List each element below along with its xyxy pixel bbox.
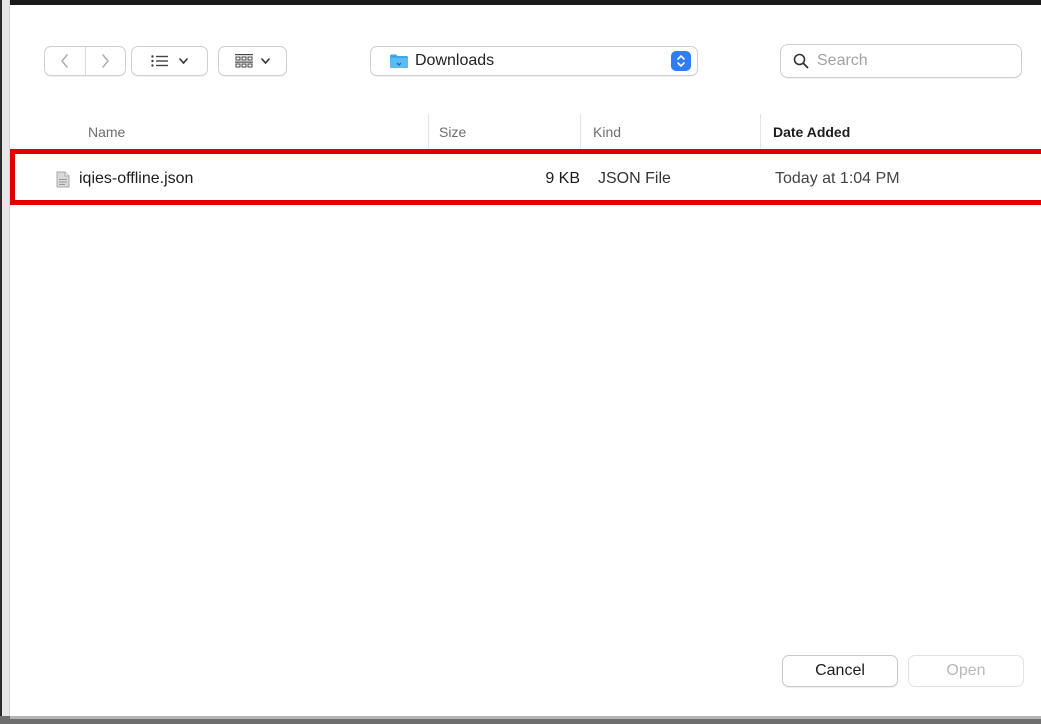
window-frame-bottom — [0, 716, 1041, 724]
location-popup[interactable]: Downloads — [370, 46, 698, 76]
window-frame-top — [0, 0, 1041, 5]
group-view-button[interactable] — [218, 46, 287, 76]
chevron-right-icon — [102, 54, 110, 68]
chevron-down-icon — [179, 58, 188, 64]
search-icon — [793, 53, 809, 69]
location-label: Downloads — [415, 52, 495, 69]
window-frame-left — [0, 0, 10, 724]
list-view-button[interactable] — [131, 46, 208, 76]
chevron-left-icon — [60, 54, 68, 68]
back-button[interactable] — [45, 47, 85, 75]
forward-button[interactable] — [84, 47, 126, 75]
list-view-icon — [151, 55, 168, 67]
search-placeholder: Search — [817, 52, 868, 69]
column-date-added[interactable]: Date Added — [760, 114, 1041, 150]
popup-stepper-icon — [671, 51, 691, 71]
cancel-button[interactable]: Cancel — [782, 655, 898, 687]
selection-highlight-box — [10, 149, 1041, 205]
grid-view-icon — [235, 54, 253, 68]
column-size[interactable]: Size — [428, 114, 580, 150]
column-kind[interactable]: Kind — [580, 114, 760, 150]
navigation-buttons — [44, 46, 126, 76]
open-button[interactable]: Open — [908, 655, 1024, 687]
search-field[interactable]: Search — [780, 44, 1022, 78]
chevron-down-icon — [261, 58, 270, 64]
column-header: Name Size Kind Date Added — [10, 114, 1041, 151]
column-name[interactable]: Name — [10, 114, 428, 150]
folder-icon — [390, 54, 408, 68]
